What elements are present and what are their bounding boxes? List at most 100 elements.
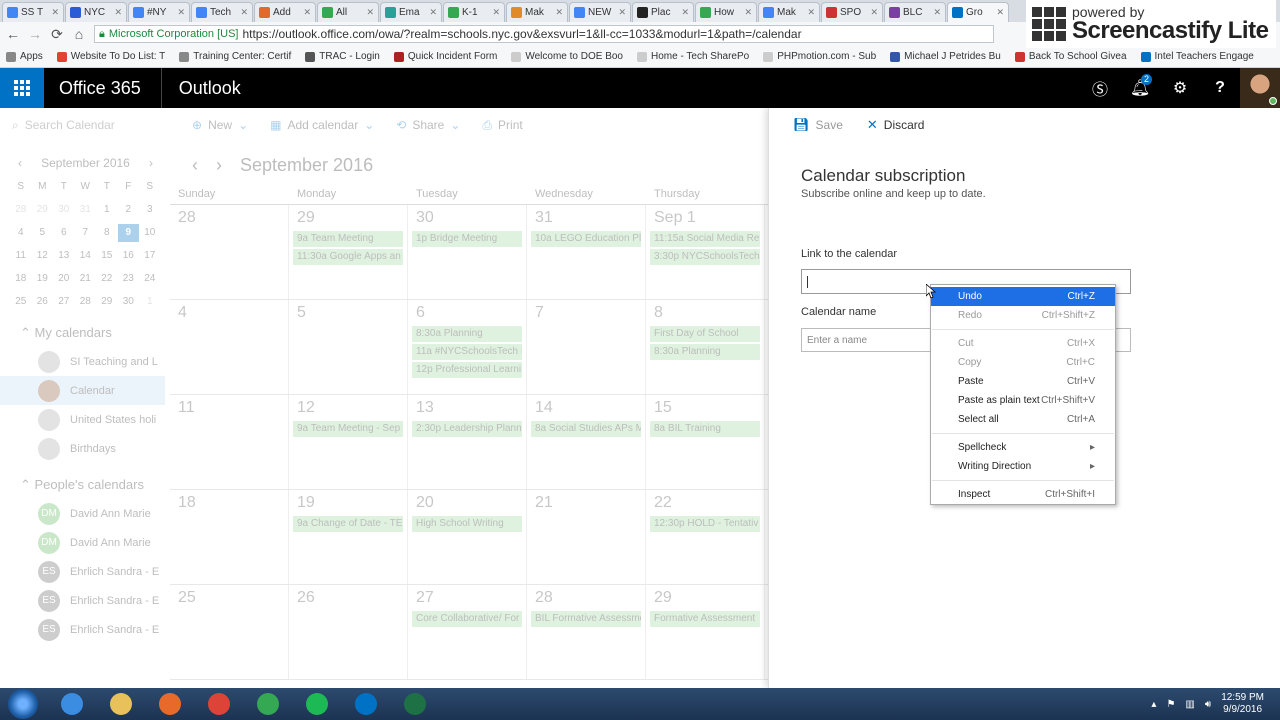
mini-calendar-day[interactable]: 25 [10,293,32,311]
mini-calendar-day[interactable]: 20 [53,270,75,288]
browser-tab[interactable]: Gro ✕ [947,2,1009,22]
mini-calendar-day[interactable]: 7 [75,224,97,242]
calendar-event[interactable]: 11:15a Social Media Re [650,231,760,247]
day-cell[interactable]: 14 8a Social Studies APs M [527,395,646,489]
bookmark-item[interactable]: PHPmotion.com - Sub [763,51,876,62]
bookmark-item[interactable]: Welcome to DOE Boo [511,51,623,62]
print-button[interactable]: ⎙ Print [482,118,522,133]
browser-tab[interactable]: Tech ✕ [191,2,253,22]
avatar[interactable] [1240,68,1280,108]
close-icon[interactable]: ✕ [366,7,374,18]
close-icon[interactable]: ✕ [114,7,122,18]
internet-explorer-taskbar-button[interactable] [50,689,94,719]
close-icon[interactable]: ✕ [240,7,248,18]
browser-tab[interactable]: Ema ✕ [380,2,442,22]
save-button[interactable]: 💾︎ Save [793,117,843,133]
mini-calendar-day[interactable]: 19 [32,270,54,288]
reload-icon[interactable]: ⟳ [50,26,64,43]
people-calendars-header[interactable]: ⌃ People's calendars [0,463,165,499]
flag-icon[interactable]: ⚑ [1166,699,1175,710]
clock[interactable]: 12:59 PM 9/9/2016 [1221,692,1264,716]
bookmark-item[interactable]: Intel Teachers Engage [1140,51,1254,62]
mini-calendar-day[interactable]: 5 [32,224,54,242]
day-cell[interactable]: 8 First Day of School 8:30a Planning [646,300,765,394]
mini-calendar-day[interactable]: 22 [96,270,118,288]
app-launcher-button[interactable] [0,68,44,108]
mini-calendar-day[interactable]: 12 [32,247,54,265]
calendar-event[interactable]: 9a Change of Date - TE [293,516,403,532]
calendar-event[interactable]: BIL Formative Assessme [531,611,641,627]
close-icon[interactable]: ✕ [303,7,311,18]
mini-calendar-day[interactable]: 29 [96,293,118,311]
day-cell[interactable]: 25 [170,585,289,679]
spotify-taskbar-button[interactable] [295,689,339,719]
volume-icon[interactable]: 🔊︎ [1205,699,1211,710]
chevron-left-icon[interactable]: ‹ [18,156,22,170]
calendar-list-item[interactable]: ES Ehrlich Sandra - E [0,615,165,644]
mini-calendar-day[interactable]: 14 [75,247,97,265]
context-menu-item[interactable]: Paste as plain text Ctrl+Shift+V [931,391,1115,410]
calendar-event[interactable]: 3:30p NYCSchoolsTech [650,249,760,265]
bookmark-item[interactable]: TRAC - Login [305,51,380,62]
mini-calendar-day[interactable]: 3 [139,201,161,219]
day-cell[interactable]: 27 Core Collaborative/ For [408,585,527,679]
chrome-profile-taskbar-button[interactable] [246,689,290,719]
share-button[interactable]: ⟲ Share ⌄ [396,118,460,132]
calendar-event[interactable]: 12p Professional Learni [412,362,522,378]
calendar-list-item[interactable]: Birthdays [0,434,165,463]
bookmark-item[interactable]: Back To School Givea [1014,51,1127,62]
browser-tab[interactable]: SPO ✕ [821,2,883,22]
calendar-event[interactable]: 2:30p Leadership Plann [412,421,522,437]
mini-calendar-day[interactable]: 9 [117,224,139,242]
context-menu-item[interactable]: Writing Direction ▸ [931,457,1115,476]
bookmark-item[interactable]: Home - Tech SharePo [637,51,749,62]
close-icon[interactable]: ✕ [618,7,626,18]
day-cell[interactable]: 20 High School Writing [408,490,527,584]
day-cell[interactable]: 31 10a LEGO Education Pla [527,205,646,299]
close-icon[interactable]: ✕ [555,7,563,18]
context-menu-item[interactable]: Inspect Ctrl+Shift+I [931,485,1115,504]
close-icon[interactable]: ✕ [429,7,437,18]
app-name[interactable]: Outlook [162,78,241,99]
mini-calendar-day[interactable]: 17 [139,247,161,265]
browser-tab[interactable]: How ✕ [695,2,757,22]
calendar-list-item[interactable]: SI Teaching and L [0,347,165,376]
back-arrow-icon[interactable]: ← [6,26,20,42]
browser-tab[interactable]: BLC ✕ [884,2,946,22]
mini-calendar-day[interactable]: 2 [118,201,140,219]
omnibox[interactable]: 🔒︎ Microsoft Corporation [US] https://ou… [94,25,994,43]
calendar-list-item[interactable]: ES Ehrlich Sandra - E [0,557,165,586]
add-calendar-button[interactable]: ▦ Add calendar ⌄ [270,118,374,132]
calendar-event[interactable]: 8a Social Studies APs M [531,421,641,437]
day-cell[interactable]: 28 BIL Formative Assessme [527,585,646,679]
bookmark-item[interactable]: Training Center: Certif [179,51,291,62]
day-cell[interactable]: 5 [289,300,408,394]
browser-tab[interactable]: SS T ✕ [2,2,64,22]
search-calendar[interactable]: ⌕ Search Calendar [0,118,170,133]
discard-button[interactable]: ✕ Discard [867,117,925,133]
context-menu-item[interactable]: Select all Ctrl+A [931,410,1115,429]
mini-calendar-day[interactable]: 29 [32,201,54,219]
mini-calendar-day[interactable]: 1 [96,201,118,219]
mini-calendar-day[interactable]: 8 [96,224,118,242]
context-menu-item[interactable]: Paste Ctrl+V [931,372,1115,391]
browser-tab[interactable]: Add ✕ [254,2,316,22]
calendar-event[interactable]: 8:30a Planning [650,344,760,360]
bookmark-item[interactable]: Quick Incident Form [393,51,497,62]
day-cell[interactable]: 4 [170,300,289,394]
mini-calendar-day[interactable]: 27 [53,293,75,311]
day-cell[interactable]: 6 8:30a Planning 11a #NYCSchoolsTech I 12p … [408,300,527,394]
calendar-event[interactable]: First Day of School [650,326,760,342]
home-icon[interactable]: ⌂ [72,26,86,42]
close-icon[interactable]: ✕ [177,7,185,18]
close-icon[interactable]: ✕ [51,7,59,18]
day-cell[interactable]: 7 [527,300,646,394]
browser-tab[interactable]: K-1 ✕ [443,2,505,22]
day-cell[interactable]: 13 2:30p Leadership Plann [408,395,527,489]
outlook-taskbar-button[interactable] [344,689,388,719]
day-cell[interactable]: 29 Formative Assessment [646,585,765,679]
day-cell[interactable]: 21 [527,490,646,584]
browser-tab[interactable]: #NY ✕ [128,2,190,22]
notifications-button[interactable]: 🔔︎ 2 [1120,68,1160,108]
mini-calendar-day[interactable]: 23 [118,270,140,288]
